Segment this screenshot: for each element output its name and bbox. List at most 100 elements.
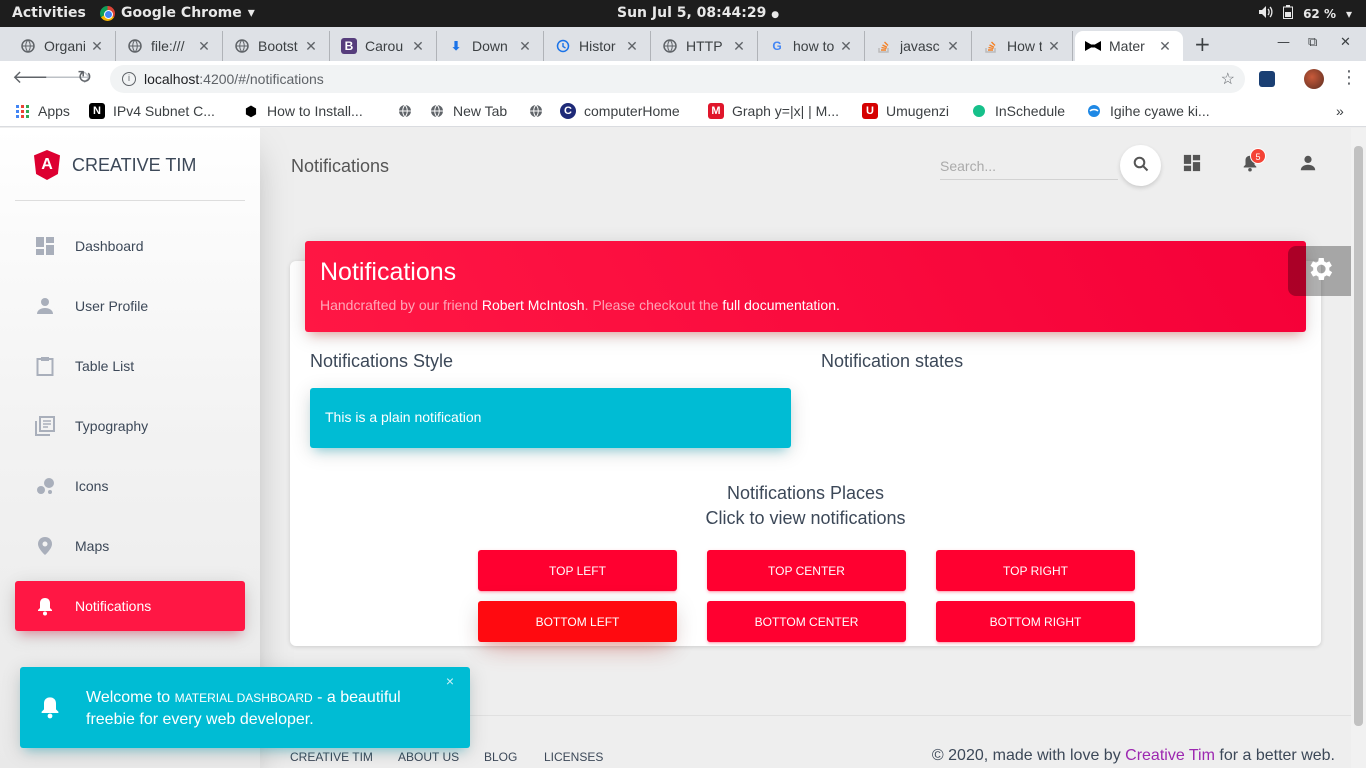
bookmark-item[interactable] <box>397 103 413 119</box>
dashboard-button[interactable] <box>1182 154 1202 175</box>
browser-tab[interactable]: javasc ✕ <box>866 31 972 61</box>
bottom-right-button[interactable]: Bottom Right <box>936 601 1135 642</box>
close-icon[interactable]: ✕ <box>196 38 212 55</box>
bookmark-item[interactable]: InSchedule <box>971 103 1065 119</box>
sidebar-item-typography[interactable]: Typography <box>15 401 245 451</box>
page-title: Notifications <box>291 156 390 176</box>
author-link[interactable]: Robert McIntosh <box>482 297 585 313</box>
globe-icon <box>397 103 413 119</box>
close-icon[interactable]: ✕ <box>1157 38 1173 55</box>
close-icon[interactable]: ✕ <box>838 38 854 55</box>
bookmark-apps[interactable]: Apps <box>14 103 70 119</box>
close-icon[interactable]: ✕ <box>517 38 533 55</box>
bottom-center-button[interactable]: Bottom Center <box>707 601 906 642</box>
bookmark-item[interactable] <box>528 103 544 119</box>
browser-tab[interactable]: ⬇ Down ✕ <box>438 31 544 61</box>
sidebar-item-notifications[interactable]: Notifications <box>15 581 245 631</box>
angular-logo-icon: A <box>34 150 60 180</box>
close-window-button[interactable]: ✕ <box>1340 35 1351 50</box>
card-title: Notifications <box>320 258 457 286</box>
sidebar-item-maps[interactable]: Maps <box>15 521 245 571</box>
close-icon[interactable]: ✕ <box>624 38 640 55</box>
bookmark-item[interactable]: M Graph y=|x| | M... <box>708 103 839 119</box>
browser-tab[interactable]: file:/// ✕ <box>117 31 223 61</box>
system-tray[interactable]: 62 % ▾ <box>1259 5 1352 22</box>
top-right-button[interactable]: Top Right <box>936 550 1135 591</box>
documentation-link[interactable]: full documentation. <box>722 297 840 313</box>
clipboard-icon <box>35 356 55 376</box>
browser-tab[interactable]: How t ✕ <box>973 31 1073 61</box>
bookmark-item[interactable]: Igihe cyawe ki... <box>1086 103 1210 119</box>
top-left-button[interactable]: Top Left <box>478 550 677 591</box>
close-icon[interactable]: ✕ <box>303 38 319 55</box>
extension-icon[interactable] <box>1259 71 1275 87</box>
bookmark-item[interactable]: U Umugenzi <box>862 103 949 119</box>
browser-tab[interactable]: Ghow to ✕ <box>759 31 865 61</box>
bookmark-item[interactable]: ⬢ How to Install... <box>243 103 363 120</box>
close-icon[interactable]: ✕ <box>945 38 961 55</box>
sidebar-item-icons[interactable]: Icons <box>15 461 245 511</box>
address-bar[interactable]: i localhost:4200/#/notifications ☆ <box>110 65 1245 93</box>
chrome-icon <box>100 5 115 21</box>
brand[interactable]: A CREATIVE TIM <box>34 150 196 180</box>
brand-name: CREATIVE TIM <box>72 154 197 175</box>
top-center-button[interactable]: Top Center <box>707 550 906 591</box>
tab-title: HTTP <box>686 38 723 54</box>
search-input[interactable] <box>940 152 1118 180</box>
copyright-link[interactable]: Creative Tim <box>1125 747 1215 764</box>
computer-icon: C <box>560 103 576 119</box>
maximize-button[interactable]: ⧉ <box>1308 35 1317 50</box>
bookmark-item[interactable]: CcomputerHome <box>560 103 680 119</box>
browser-tab[interactable]: Organi ✕ <box>10 31 116 61</box>
browser-tab[interactable]: Bootst ✕ <box>224 31 330 61</box>
battery-percent: 62 % <box>1303 6 1336 21</box>
stackoverflow-icon <box>876 38 892 54</box>
toast-close-button[interactable]: × <box>446 673 454 689</box>
reload-button[interactable]: ↻ <box>77 67 92 88</box>
battery-icon <box>1283 5 1294 22</box>
browser-tab[interactable]: B Carou ✕ <box>331 31 437 61</box>
url-path: :4200/#/notifications <box>199 71 324 87</box>
app-menu[interactable]: Google Chrome ▾ <box>100 5 255 21</box>
page-scrollbar[interactable] <box>1351 128 1366 768</box>
settings-plugin-button[interactable] <box>1288 246 1351 296</box>
menu-icon[interactable]: ⋮ <box>1340 67 1358 88</box>
browser-tab[interactable]: Histor ✕ <box>545 31 651 61</box>
footer-link-about-us[interactable]: About Us <box>398 750 459 764</box>
close-icon[interactable]: ✕ <box>731 38 747 55</box>
bookmark-item[interactable]: N IPv4 Subnet C... <box>89 103 215 119</box>
bell-icon <box>35 596 55 616</box>
places-subtitle: Click to view notifications <box>705 508 906 528</box>
close-icon[interactable]: ✕ <box>1046 38 1062 55</box>
browser-tab[interactable]: HTTP ✕ <box>652 31 758 61</box>
browser-tab-active[interactable]: Mater ✕ <box>1075 31 1183 61</box>
bookmark-star-icon[interactable]: ☆ <box>1221 69 1235 89</box>
scrollbar-thumb[interactable] <box>1354 146 1363 726</box>
sidebar-item-user-profile[interactable]: User Profile <box>15 281 245 331</box>
bookmark-label: InSchedule <box>995 103 1066 119</box>
minimize-button[interactable]: — <box>1277 35 1290 50</box>
footer-link-licenses[interactable]: Licenses <box>544 750 603 764</box>
new-tab-button[interactable]: + <box>1194 32 1211 56</box>
footer-link-blog[interactable]: Blog <box>484 750 517 764</box>
clock[interactable]: Sun Jul 5, 08:44:29 ● <box>617 5 779 21</box>
avatar[interactable] <box>1304 69 1324 89</box>
sidebar-item-table-list[interactable]: Table List <box>15 341 245 391</box>
bookmarks-overflow-button[interactable]: » <box>1336 103 1344 119</box>
search-button[interactable] <box>1120 145 1161 186</box>
user-account-button[interactable] <box>1298 155 1318 175</box>
close-icon[interactable]: ✕ <box>410 38 426 55</box>
bookmark-item[interactable]: New Tab <box>429 103 507 119</box>
notification-count-badge: 5 <box>1250 148 1266 164</box>
tab-title: Down <box>472 38 508 54</box>
activities-button[interactable]: Activities <box>12 5 86 21</box>
sidebar-item-dashboard[interactable]: Dashboard <box>15 221 245 271</box>
download-icon: ⬇ <box>450 39 462 53</box>
plain-notification-alert: This is a plain notification <box>310 388 791 448</box>
close-icon[interactable]: ✕ <box>89 38 105 55</box>
bottom-left-button[interactable]: Bottom Left <box>478 601 677 642</box>
subtitle-prefix: Handcrafted by our friend <box>320 297 482 313</box>
info-icon[interactable]: i <box>122 72 136 86</box>
footer-link-creative-tim[interactable]: Creative Tim <box>290 750 373 764</box>
copyright: © 2020, made with love by Creative Tim f… <box>932 747 1335 765</box>
